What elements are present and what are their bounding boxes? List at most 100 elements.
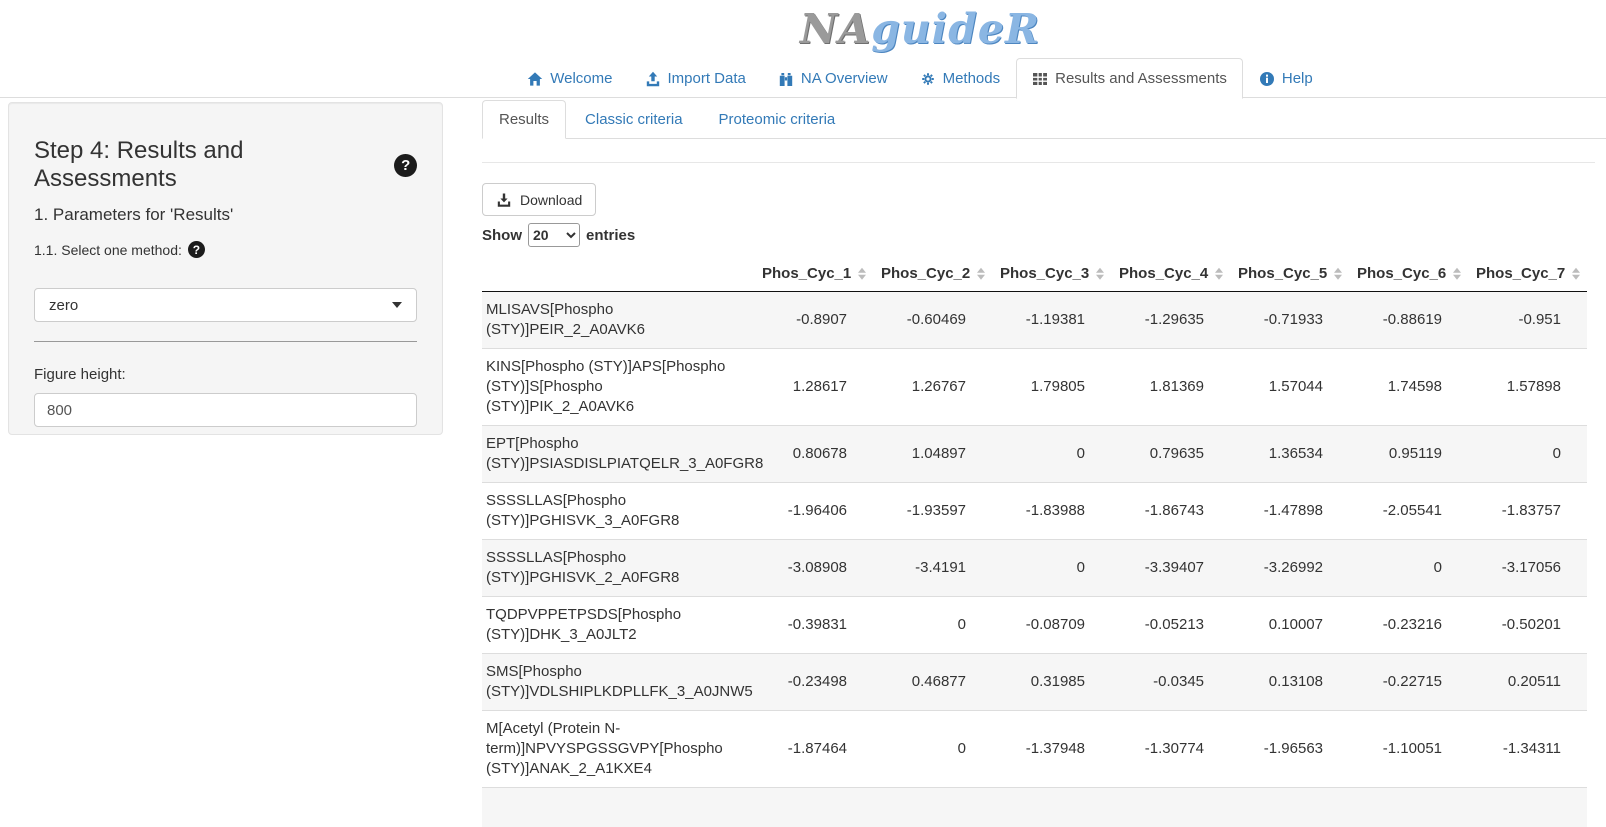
value-cell: -3.17056	[1468, 540, 1587, 597]
subtab-results[interactable]: Results	[482, 100, 566, 139]
show-label: Show	[482, 227, 522, 244]
column-header-label: Phos_Cyc_5	[1238, 265, 1327, 282]
method-select[interactable]: zero	[34, 288, 417, 322]
method-selected-value: zero	[49, 297, 78, 314]
sort-icon	[1096, 268, 1104, 280]
value-cell: -0.08709	[992, 597, 1111, 654]
method-help-icon[interactable]: ?	[188, 241, 205, 258]
value-cell: -0.8907	[754, 292, 873, 349]
value-cell: -3.26992	[1230, 540, 1349, 597]
nav-tab-label: Import Data	[668, 69, 746, 88]
column-header[interactable]: Phos_Cyc_1	[754, 257, 873, 292]
nav-tab-help[interactable]: Help	[1243, 58, 1329, 98]
value-cell: -1.96406	[754, 483, 873, 540]
nav-tab-label: Results and Assessments	[1055, 69, 1227, 88]
subtab-classic-criteria[interactable]: Classic criteria	[568, 100, 700, 139]
value-cell: 1.36534	[1230, 426, 1349, 483]
main-navigation: Welcome Import Data NA Overview	[0, 58, 1606, 98]
value-cell: -0.60469	[873, 292, 992, 349]
value-cell: -0.50201	[1468, 597, 1587, 654]
entries-label: entries	[586, 227, 635, 244]
value-cell: 0.20511	[1468, 654, 1587, 711]
column-header[interactable]: Phos_Cyc_6	[1349, 257, 1468, 292]
nav-tab-welcome[interactable]: Welcome	[511, 58, 628, 98]
rowname-column-header[interactable]	[482, 257, 754, 292]
nav-tab-label: Welcome	[550, 69, 612, 88]
value-cell: -1.86743	[1111, 483, 1230, 540]
value-cell: 1.28617	[754, 349, 873, 426]
value-cell: 0.80678	[754, 426, 873, 483]
row-name-cell: SSSSLLAS[Phospho (STY)]PGHISVK_3_A0FGR8	[482, 483, 754, 540]
table-row: SSSSLLAS[Phospho (STY)]PGHISVK_3_A0FGR8-…	[482, 483, 1587, 540]
value-cell: -1.19381	[992, 292, 1111, 349]
table-row: SSSSLLAS[Phospho (STY)]PGHISVK_2_A0FGR8-…	[482, 540, 1587, 597]
subtab-label: Proteomic criteria	[702, 100, 853, 139]
nav-tab-label: Methods	[943, 69, 1001, 88]
page-length-select[interactable]: 20	[528, 223, 580, 247]
nav-tab-label: Help	[1282, 69, 1313, 88]
value-cell: 0	[873, 597, 992, 654]
value-cell: 1.81369	[1111, 349, 1230, 426]
step-help-icon[interactable]: ?	[394, 154, 417, 177]
panel-divider	[34, 341, 417, 342]
value-cell: -1.30774	[1111, 711, 1230, 788]
step-title: Step 4: Results and Assessments ?	[34, 137, 417, 193]
download-button[interactable]: Download	[482, 183, 596, 216]
table-row: SMS[Phospho (STY)]VDLSHIPLKDPLLFK_3_A0JN…	[482, 654, 1587, 711]
sort-icon	[1215, 268, 1223, 280]
nav-tab-label: NA Overview	[801, 69, 888, 88]
value-cell: 0.46877	[873, 654, 992, 711]
value-cell: -1.83988	[992, 483, 1111, 540]
info-circle-icon	[1259, 71, 1275, 87]
binoculars-icon	[778, 71, 794, 87]
sub-navigation: Results Classic criteria Proteomic crite…	[482, 100, 1606, 139]
column-header[interactable]: Phos_Cyc_5	[1230, 257, 1349, 292]
nav-tab-import-data[interactable]: Import Data	[629, 58, 762, 98]
table-row: MLISAVS[Phospho (STY)]PEIR_2_A0AVK6-0.89…	[482, 292, 1587, 349]
value-cell: -3.4191	[873, 540, 992, 597]
value-cell: 0.79635	[1111, 426, 1230, 483]
parameters-panel: Step 4: Results and Assessments ? 1. Par…	[8, 102, 443, 435]
value-cell: -1.34311	[1468, 711, 1587, 788]
method-label-text: 1.1. Select one method:	[34, 242, 182, 258]
value-cell: -1.47898	[1230, 483, 1349, 540]
logo-suffix: guideR	[871, 5, 1040, 53]
column-header[interactable]: Phos_Cyc_4	[1111, 257, 1230, 292]
nav-tab-results-and-assessments[interactable]: Results and Assessments	[1016, 58, 1243, 98]
column-header-label: Phos_Cyc_6	[1357, 265, 1446, 282]
value-cell: -1.37948	[992, 711, 1111, 788]
value-cell: -1.10051	[1349, 711, 1468, 788]
value-cell: 0	[992, 426, 1111, 483]
row-name-cell: KINS[Phospho (STY)]APS[Phospho (STY)]S[P…	[482, 349, 754, 426]
sort-icon	[1334, 268, 1342, 280]
figure-height-input[interactable]	[34, 393, 417, 427]
pane-divider	[482, 162, 1595, 163]
value-cell: 0	[1349, 540, 1468, 597]
value-cell: -1.83757	[1468, 483, 1587, 540]
subtab-label: Classic criteria	[568, 100, 700, 139]
method-select-label: 1.1. Select one method: ?	[34, 241, 417, 258]
value-cell: 0	[1468, 426, 1587, 483]
step-title-text: Step 4: Results and Assessments	[34, 137, 385, 193]
upload-icon	[645, 71, 661, 87]
nav-tab-na-overview[interactable]: NA Overview	[762, 58, 904, 98]
value-cell: 1.57898	[1468, 349, 1587, 426]
results-table: Phos_Cyc_1 Phos_Cyc_2 Phos_Cyc_3Phos_Cyc_4…	[482, 257, 1587, 787]
column-header[interactable]: Phos_Cyc_3	[992, 257, 1111, 292]
column-header[interactable]: Phos_Cyc_2	[873, 257, 992, 292]
sort-icon	[1453, 268, 1461, 280]
subtab-label: Results	[482, 100, 566, 139]
column-header[interactable]: Phos_Cyc_7	[1468, 257, 1587, 292]
column-header-label: Phos_Cyc_2	[881, 265, 970, 282]
table-header-row: Phos_Cyc_1 Phos_Cyc_2 Phos_Cyc_3Phos_Cyc_4…	[482, 257, 1587, 292]
value-cell: 1.04897	[873, 426, 992, 483]
value-cell: -1.93597	[873, 483, 992, 540]
value-cell: -1.87464	[754, 711, 873, 788]
value-cell: 0	[873, 711, 992, 788]
home-icon	[527, 71, 543, 87]
value-cell: -3.08908	[754, 540, 873, 597]
value-cell: -1.96563	[1230, 711, 1349, 788]
subtab-proteomic-criteria[interactable]: Proteomic criteria	[702, 100, 853, 139]
table-icon	[1032, 71, 1048, 87]
nav-tab-methods[interactable]: Methods	[904, 58, 1017, 98]
